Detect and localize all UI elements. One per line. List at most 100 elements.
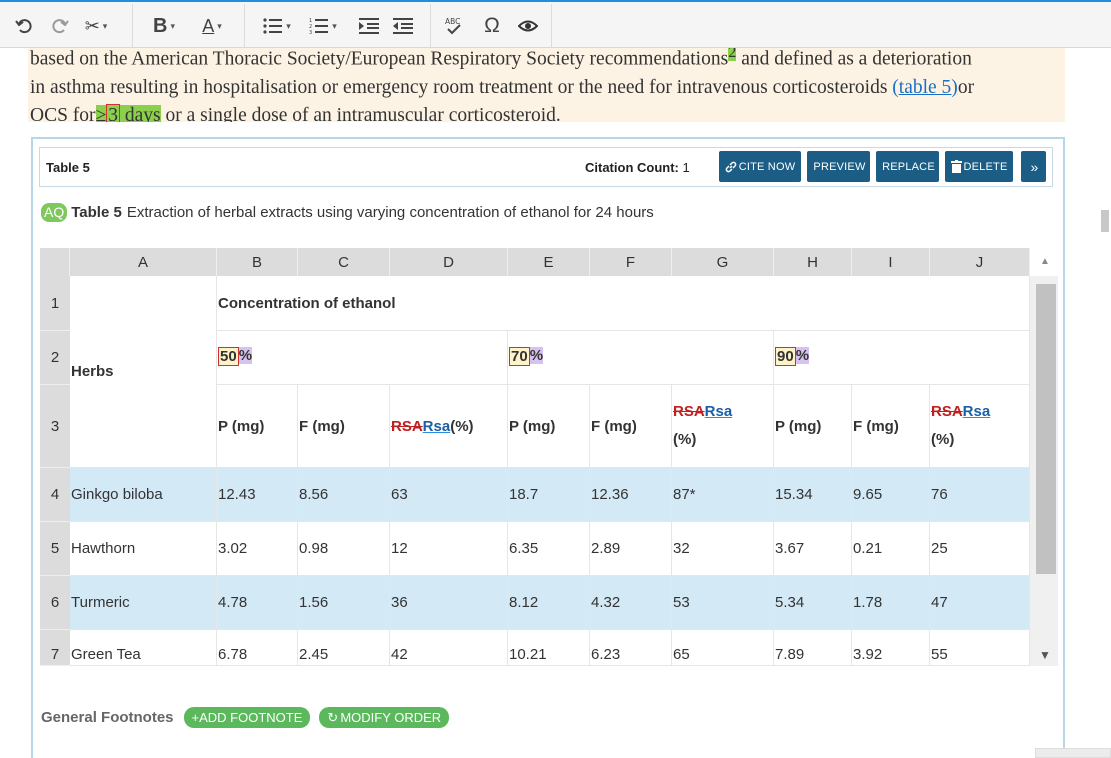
table-cell[interactable]: 36 bbox=[390, 576, 508, 630]
percent-sign: % bbox=[238, 347, 253, 364]
table-cell[interactable]: 87* bbox=[672, 468, 774, 522]
subheader-cell[interactable]: RSA Rsa (%) bbox=[390, 385, 508, 468]
scroll-down-icon[interactable]: ▼ bbox=[1039, 648, 1051, 662]
replace-button[interactable]: REPLACE bbox=[876, 151, 939, 182]
herb-name-cell[interactable]: Turmeric bbox=[70, 576, 217, 630]
herb-name-cell[interactable]: Ginkgo biloba bbox=[70, 468, 217, 522]
table-cell[interactable]: 2.89 bbox=[590, 522, 672, 576]
indent-icon[interactable] bbox=[358, 4, 380, 48]
table-cell[interactable]: 8.56 bbox=[298, 468, 390, 522]
concentration-value: 50 bbox=[218, 347, 239, 366]
table-cell[interactable]: 55 bbox=[930, 630, 1030, 666]
table-cell[interactable]: 8.12 bbox=[508, 576, 590, 630]
numbered-list-dropdown[interactable]: 1 2 3 ▾ bbox=[304, 4, 342, 48]
table-cell[interactable]: 25 bbox=[930, 522, 1030, 576]
eye-icon[interactable] bbox=[514, 4, 542, 48]
column-header[interactable]: C bbox=[298, 248, 390, 276]
subheader-cell[interactable]: P (mg) bbox=[774, 385, 852, 468]
cut-dropdown[interactable]: ✂ ▾ bbox=[78, 4, 114, 48]
scroll-up-icon[interactable]: ▲ bbox=[1040, 256, 1050, 267]
column-header[interactable]: G bbox=[672, 248, 774, 276]
table-cell[interactable]: 1.56 bbox=[298, 576, 390, 630]
table-cell[interactable]: 0.98 bbox=[298, 522, 390, 576]
table-citation-link[interactable]: (table 5) bbox=[892, 77, 958, 98]
table-cell[interactable]: 47 bbox=[930, 576, 1030, 630]
table-cell[interactable]: 53 bbox=[672, 576, 774, 630]
page-scrollbar-thumb[interactable] bbox=[1101, 210, 1109, 232]
table-cell[interactable]: 32 bbox=[672, 522, 774, 576]
table-cell[interactable]: 12.43 bbox=[217, 468, 298, 522]
table-cell[interactable]: 4.78 bbox=[217, 576, 298, 630]
column-header[interactable]: A bbox=[70, 248, 217, 276]
redo-icon[interactable] bbox=[48, 4, 72, 48]
subheader-cell[interactable]: RSARsa (%) bbox=[672, 385, 774, 468]
row-header[interactable]: 3 bbox=[40, 385, 70, 468]
table-cell[interactable]: 7.89 bbox=[774, 630, 852, 666]
grid-scrollbar[interactable]: ▲ ▼ bbox=[1030, 256, 1058, 666]
bullet-list-dropdown[interactable]: ▾ bbox=[258, 4, 296, 48]
bold-dropdown[interactable]: B ▾ bbox=[146, 4, 182, 48]
spellcheck-icon[interactable]: ABC bbox=[440, 4, 468, 48]
table-cell[interactable]: 3.67 bbox=[774, 522, 852, 576]
table-cell[interactable]: 6.35 bbox=[508, 522, 590, 576]
column-header[interactable]: J bbox=[930, 248, 1030, 276]
subheader-cell[interactable]: P (mg) bbox=[217, 385, 298, 468]
undo-icon[interactable] bbox=[12, 4, 36, 48]
table-cell[interactable]: 9.65 bbox=[852, 468, 930, 522]
subheader-cell[interactable]: F (mg) bbox=[590, 385, 672, 468]
outdent-icon[interactable] bbox=[392, 4, 414, 48]
row-header[interactable]: 7 bbox=[40, 630, 70, 666]
table-cell[interactable]: 15.34 bbox=[774, 468, 852, 522]
column-header[interactable]: E bbox=[508, 248, 590, 276]
table-cell[interactable]: 2.45 bbox=[298, 630, 390, 666]
collapse-button[interactable]: » bbox=[1021, 151, 1046, 182]
concentration-50-cell[interactable]: 50% bbox=[217, 331, 508, 385]
concentration-90-cell[interactable]: 90% bbox=[774, 331, 1030, 385]
table-cell[interactable]: 4.32 bbox=[590, 576, 672, 630]
preview-button[interactable]: PREVIEW bbox=[807, 151, 870, 182]
concentration-header-cell[interactable]: Concentration of ethanol bbox=[217, 276, 1030, 331]
table-cell[interactable]: 65 bbox=[672, 630, 774, 666]
subheader-cell[interactable]: F (mg) bbox=[298, 385, 390, 468]
grid-scrollbar-thumb[interactable] bbox=[1036, 284, 1056, 574]
column-header[interactable]: D bbox=[390, 248, 508, 276]
row-header[interactable]: 2 bbox=[40, 331, 70, 385]
row-header[interactable]: 1 bbox=[40, 276, 70, 331]
author-query-badge[interactable]: AQ bbox=[41, 203, 68, 222]
table-cell[interactable]: 1.78 bbox=[852, 576, 930, 630]
table-cell[interactable]: 12.36 bbox=[590, 468, 672, 522]
table-cell[interactable]: 10.21 bbox=[508, 630, 590, 666]
row-header[interactable]: 4 bbox=[40, 468, 70, 522]
subheader-cell[interactable]: F (mg) bbox=[852, 385, 930, 468]
delete-button[interactable]: DELETE bbox=[945, 151, 1013, 182]
herb-name-cell[interactable]: Green Tea bbox=[70, 630, 217, 666]
special-character-icon[interactable]: Ω bbox=[478, 4, 506, 48]
herbs-header-cell[interactable]: Herbs bbox=[70, 276, 217, 468]
table-cell[interactable]: 3.92 bbox=[852, 630, 930, 666]
table-cell[interactable]: 6.78 bbox=[217, 630, 298, 666]
subheader-cell[interactable]: P (mg) bbox=[508, 385, 590, 468]
modify-order-button[interactable]: ↻ MODIFY ORDER bbox=[319, 707, 450, 728]
table-cell[interactable]: 42 bbox=[390, 630, 508, 666]
add-footnote-button[interactable]: +ADD FOOTNOTE bbox=[183, 707, 311, 728]
table-cell[interactable]: 0.21 bbox=[852, 522, 930, 576]
table-cell[interactable]: 6.23 bbox=[590, 630, 672, 666]
table-cell[interactable]: 5.34 bbox=[774, 576, 852, 630]
table-cell[interactable]: 63 bbox=[390, 468, 508, 522]
subheader-cell[interactable]: RSARsa (%) bbox=[930, 385, 1030, 468]
column-header[interactable]: F bbox=[590, 248, 672, 276]
table-cell[interactable]: 3.02 bbox=[217, 522, 298, 576]
row-header[interactable]: 5 bbox=[40, 522, 70, 576]
font-color-dropdown[interactable]: A ▾ bbox=[194, 4, 230, 48]
caption-text[interactable]: Extraction of herbal extracts using vary… bbox=[127, 204, 654, 221]
row-header[interactable]: 6 bbox=[40, 576, 70, 630]
column-header[interactable]: H bbox=[774, 248, 852, 276]
table-cell[interactable]: 18.7 bbox=[508, 468, 590, 522]
column-header[interactable]: B bbox=[217, 248, 298, 276]
herb-name-cell[interactable]: Hawthorn bbox=[70, 522, 217, 576]
table-cell[interactable]: 12 bbox=[390, 522, 508, 576]
table-cell[interactable]: 76 bbox=[930, 468, 1030, 522]
concentration-70-cell[interactable]: 70% bbox=[508, 331, 774, 385]
column-header[interactable]: I bbox=[852, 248, 930, 276]
cite-now-button[interactable]: CITE NOW bbox=[719, 151, 801, 182]
